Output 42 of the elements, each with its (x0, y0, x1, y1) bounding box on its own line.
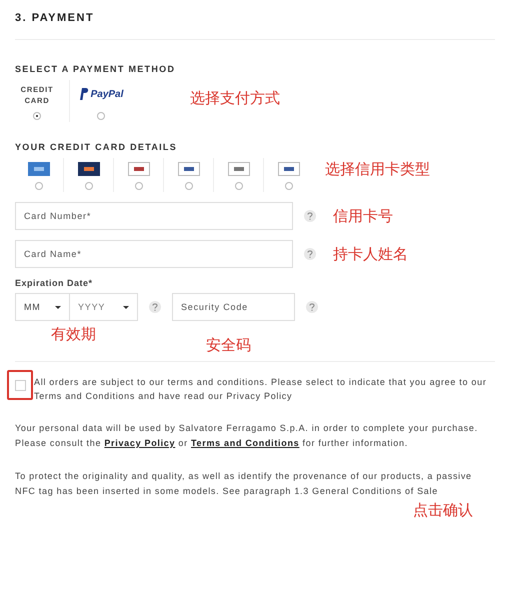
terms-text: All orders are subject to our terms and conditions. Please select to indicate that you agree to our Terms and Conditions and have read our Privacy Policy (34, 376, 488, 403)
annotation: 点击确认 (413, 501, 473, 520)
link[interactable]: Privacy Policy (104, 438, 176, 448)
help-icon[interactable] (304, 210, 316, 222)
radio-button[interactable] (33, 112, 41, 120)
section-title: 3. PAYMENT (15, 12, 96, 24)
help-icon[interactable] (149, 301, 161, 313)
annotation: 有效期 (51, 325, 96, 344)
method-label[interactable]: PayPal (90, 88, 124, 100)
section-heading: YOUR CREDIT CARD DETAILS (15, 142, 178, 152)
annotation: 信用卡号 (333, 206, 393, 226)
card-logo-icon (178, 162, 200, 176)
input-field[interactable]: Card Number* (15, 202, 293, 230)
annotation: 选择信用卡类型 (325, 160, 430, 179)
radio-button[interactable] (35, 182, 43, 190)
help-icon[interactable] (304, 248, 316, 260)
radio-button[interactable] (234, 182, 242, 190)
card-logo-icon (28, 162, 50, 176)
card-logo-icon (228, 162, 250, 176)
radio-button[interactable] (284, 182, 292, 190)
radio-button[interactable] (134, 182, 142, 190)
input-field[interactable]: Card Name* (15, 240, 293, 268)
nfc-notice: To protect the originality and quality, as well as identify the provenance of our products, a passive NFC tag has been inserted in some models. See paragraph 1.3 General Conditions of Sale (15, 470, 473, 498)
privacy-notice: Your personal data will be used by Salvatore Ferragamo S.p.A. in order to complete your purchase. Please consult the Privacy Policy or Terms and Conditions for further information. (15, 422, 479, 450)
radio-button[interactable] (97, 112, 105, 120)
radio-button[interactable] (84, 182, 92, 190)
annotation: 安全码 (206, 336, 251, 355)
card-logo-icon (128, 162, 150, 176)
input-field[interactable]: Security Code (172, 293, 295, 321)
checkbox[interactable] (14, 380, 26, 390)
radio-button[interactable] (184, 182, 192, 190)
link[interactable]: Terms and Conditions (191, 438, 300, 448)
field-label: Expiration Date* (15, 278, 94, 288)
year-dropdown[interactable]: YYYY (70, 293, 138, 321)
help-icon[interactable] (306, 301, 318, 313)
month-dropdown[interactable]: MM (15, 293, 70, 321)
annotation: 持卡人姓名 (333, 244, 408, 264)
card-logo-icon (78, 162, 100, 176)
card-logo-icon (278, 162, 300, 176)
annotation: 选择支付方式 (190, 88, 280, 108)
paypal-logo-icon (78, 88, 89, 100)
section-heading: SELECT A PAYMENT METHOD (15, 64, 176, 74)
